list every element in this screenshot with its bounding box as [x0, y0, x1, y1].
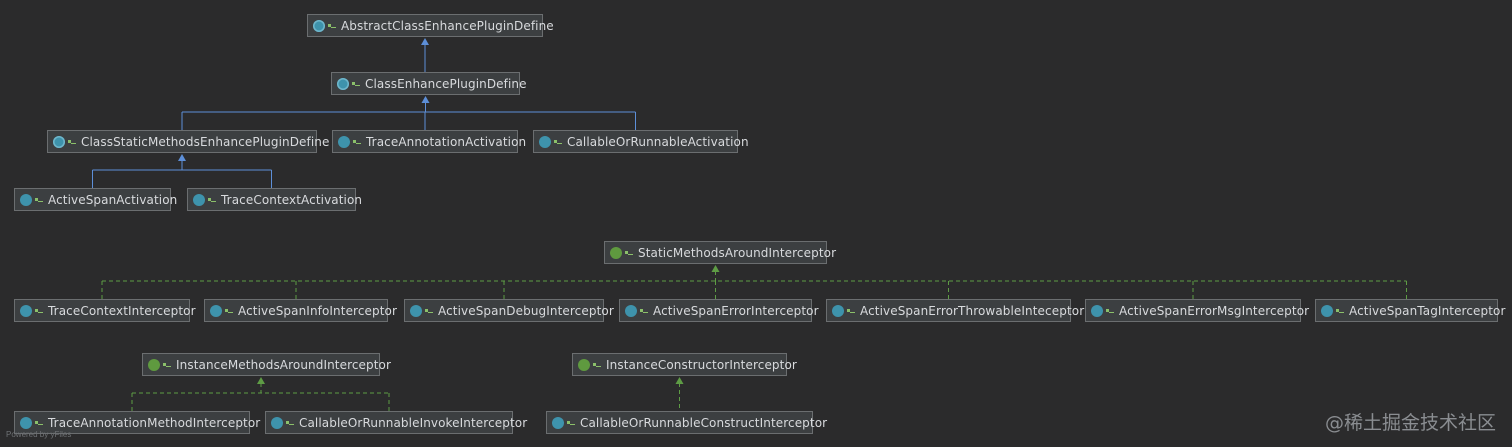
node-class-enhance-plugin-define[interactable]: ClassEnhancePluginDefine [331, 72, 527, 95]
class-icon [552, 416, 564, 429]
node-callable-or-runnable-construct-interceptor[interactable]: CallableOrRunnableConstructInterceptor [546, 411, 827, 434]
visibility-icon [328, 22, 336, 30]
arrowhead [711, 265, 720, 272]
node-active-span-info-interceptor[interactable]: ActiveSpanInfoInterceptor [204, 299, 397, 322]
class-icon [193, 193, 205, 206]
arrowhead [421, 38, 429, 45]
class-icon [20, 416, 32, 429]
visibility-icon [35, 419, 43, 427]
watermark: @稀土掘金技术社区 [1324, 412, 1496, 434]
node-callable-or-runnable-activation[interactable]: CallableOrRunnableActivation [533, 130, 749, 153]
visibility-icon [35, 196, 43, 204]
node-label: CallableOrRunnableActivation [567, 134, 749, 149]
abstract-icon [313, 19, 325, 32]
visibility-icon [1336, 307, 1344, 315]
arrowhead [257, 377, 265, 384]
class-icon [832, 304, 844, 317]
node-static-methods-around-interceptor[interactable]: StaticMethodsAroundInterceptor [604, 241, 836, 264]
node-label: ActiveSpanActivation [48, 192, 178, 207]
node-trace-context-interceptor[interactable]: TraceContextInterceptor [14, 299, 196, 322]
abstract-icon [53, 135, 65, 148]
visibility-icon [593, 361, 601, 369]
class-icon [539, 135, 551, 148]
interface-icon [148, 358, 160, 371]
class-icon [271, 416, 283, 429]
node-active-span-error-msg-interceptor[interactable]: ActiveSpanErrorMsgInterceptor [1085, 299, 1309, 322]
node-label: TraceAnnotationActivation [366, 134, 527, 149]
node-label: ActiveSpanInfoInterceptor [238, 303, 398, 318]
node-label: ActiveSpanErrorInterceptor [653, 303, 819, 318]
node-active-span-error-throwable-inteceptor[interactable]: ActiveSpanErrorThrowableInteceptor [826, 299, 1084, 322]
visibility-icon [1106, 307, 1114, 315]
node-instance-methods-around-interceptor[interactable]: InstanceMethodsAroundInterceptor [142, 353, 391, 376]
node-label: ActiveSpanErrorMsgInterceptor [1119, 303, 1310, 318]
visibility-icon [352, 80, 360, 88]
interface-icon [610, 246, 622, 259]
node-label: InstanceMethodsAroundInterceptor [176, 357, 392, 372]
node-label: CallableOrRunnableInvokeInterceptor [299, 415, 528, 430]
node-trace-context-activation[interactable]: TraceContextActivation [187, 188, 362, 211]
visibility-icon [847, 307, 855, 315]
visibility-icon [625, 249, 633, 257]
node-label: ActiveSpanErrorThrowableInteceptor [860, 303, 1085, 318]
node-label: StaticMethodsAroundInterceptor [638, 245, 837, 260]
class-icon [410, 304, 422, 317]
visibility-icon [225, 307, 233, 315]
uml-diagram: AbstractClassEnhancePluginDefine ClassEnh… [0, 0, 1512, 447]
visibility-icon [425, 307, 433, 315]
node-active-span-error-interceptor[interactable]: ActiveSpanErrorInterceptor [619, 299, 819, 322]
visibility-icon [208, 196, 216, 204]
visibility-icon [68, 138, 76, 146]
node-trace-annotation-activation[interactable]: TraceAnnotationActivation [332, 130, 526, 153]
node-instance-constructor-interceptor[interactable]: InstanceConstructorInterceptor [572, 353, 797, 376]
class-icon [20, 304, 32, 317]
node-label: ActiveSpanTagInterceptor [1349, 303, 1506, 318]
node-label: TraceAnnotationMethodInterceptor [48, 415, 261, 430]
powered-by-footer: Powered by yFiles [6, 430, 72, 439]
node-active-span-tag-interceptor[interactable]: ActiveSpanTagInterceptor [1315, 299, 1505, 322]
node-label: TraceContextInterceptor [48, 303, 196, 318]
class-icon [20, 193, 32, 206]
arrowhead [178, 154, 186, 161]
class-icon [1091, 304, 1103, 317]
node-label: ActiveSpanDebugInterceptor [438, 303, 614, 318]
node-active-span-debug-interceptor[interactable]: ActiveSpanDebugInterceptor [404, 299, 614, 322]
node-abstract-class-enhance-plugin-define[interactable]: AbstractClassEnhancePluginDefine [307, 14, 554, 37]
interface-icon [578, 358, 590, 371]
node-label: InstanceConstructorInterceptor [606, 357, 797, 372]
node-label: TraceContextActivation [221, 192, 363, 207]
node-label: CallableOrRunnableConstructInterceptor [580, 415, 828, 430]
arrowhead [675, 377, 684, 384]
visibility-icon [35, 307, 43, 315]
arrowhead [421, 96, 430, 103]
visibility-icon [163, 361, 171, 369]
node-label: ClassStaticMethodsEnhancePluginDefine [81, 134, 330, 149]
class-icon [625, 304, 637, 317]
node-label: AbstractClassEnhancePluginDefine [341, 18, 554, 33]
visibility-icon [567, 419, 575, 427]
node-label: ClassEnhancePluginDefine [365, 76, 527, 91]
class-icon [338, 135, 350, 148]
visibility-icon [640, 307, 648, 315]
visibility-icon [353, 138, 361, 146]
edge-layer [92, 38, 1407, 411]
node-class-static-methods-enhance-plugin-define[interactable]: ClassStaticMethodsEnhancePluginDefine [47, 130, 329, 153]
class-icon [1321, 304, 1333, 317]
node-callable-or-runnable-invoke-interceptor[interactable]: CallableOrRunnableInvokeInterceptor [265, 411, 527, 434]
class-icon [210, 304, 222, 317]
abstract-icon [337, 77, 349, 90]
visibility-icon [554, 138, 562, 146]
node-active-span-activation[interactable]: ActiveSpanActivation [14, 188, 177, 211]
visibility-icon [286, 419, 294, 427]
